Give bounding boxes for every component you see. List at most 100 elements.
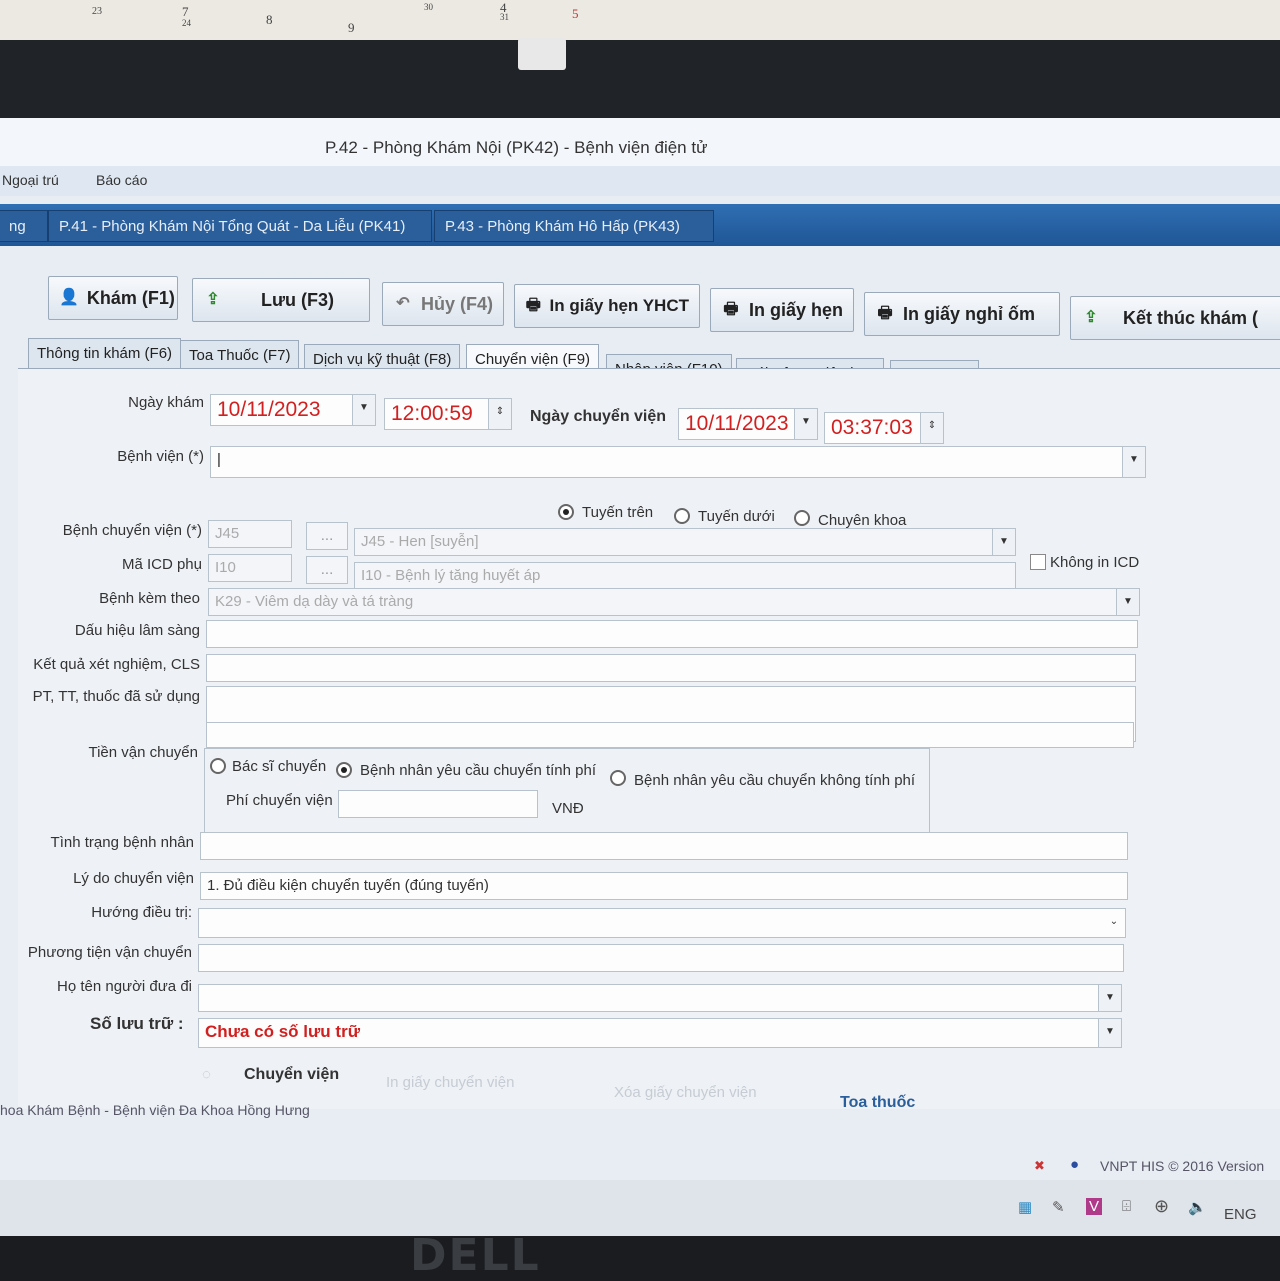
- so-luu-tru-combobox[interactable]: Chưa có số lưu trữ ▼: [198, 1018, 1122, 1048]
- app-screen: P.42 - Phòng Khám Nội (PK42) - Bệnh viện…: [0, 118, 1280, 1180]
- calendar-number: 23: [92, 6, 102, 17]
- tinh-trang-field[interactable]: [200, 832, 1128, 860]
- chevron-down-icon[interactable]: ▼: [992, 529, 1015, 555]
- bn-tinh-phi-radio[interactable]: [336, 762, 352, 778]
- khong-in-icd-label: Không in ICD: [1050, 554, 1140, 571]
- title-bar: P.42 - Phòng Khám Nội (PK42) - Bệnh viện…: [0, 118, 1280, 166]
- spinner-icon[interactable]: ⇕: [488, 399, 511, 429]
- benh-chuyen-vien-code-field[interactable]: J45: [208, 520, 292, 548]
- volume-icon[interactable]: 🔈: [1188, 1198, 1207, 1216]
- chevron-down-icon[interactable]: ▼: [1122, 447, 1145, 477]
- huong-dieu-tri-combobox[interactable]: ⌄: [198, 908, 1126, 938]
- spinner-icon[interactable]: ⇕: [920, 413, 943, 443]
- print-yhct-appointment-button[interactable]: 🖶 In giấy hẹn YHCT: [514, 284, 700, 328]
- benh-vien-label: Bệnh viện (*): [117, 448, 204, 465]
- ngay-chuyen-vien-date-field[interactable]: 10/11/2023 ▼: [678, 408, 818, 440]
- globe-icon[interactable]: ⊕: [1154, 1196, 1169, 1217]
- chevron-down-icon[interactable]: ▼: [1098, 985, 1121, 1011]
- ngay-chuyen-vien-date-value: 10/11/2023: [685, 412, 789, 435]
- ma-icd-phu-lookup-button[interactable]: ...: [306, 556, 348, 584]
- room-tab-pk41[interactable]: P.41 - Phòng Khám Nội Tổng Quát - Da Liễ…: [48, 210, 432, 242]
- ly-do-label: Lý do chuyển viện: [73, 870, 194, 887]
- calendar-number: 24: [182, 18, 191, 28]
- ngay-kham-date-value: 10/11/2023: [217, 398, 321, 421]
- benh-chuyen-vien-label: Bệnh chuyển viện (*): [62, 522, 202, 539]
- ngay-chuyen-vien-time-field[interactable]: 03:37:03 ⇕: [824, 412, 944, 444]
- bn-tinh-phi-label: Bệnh nhân yêu cầu chuyển tính phí: [360, 762, 597, 779]
- monitor-bezel: [0, 40, 1280, 120]
- benh-kem-theo-value: K29 - Viêm dạ dày và tá tràng: [215, 593, 414, 610]
- print-appointment-button[interactable]: 🖶 In giấy hẹn: [710, 288, 854, 332]
- ma-icd-phu-code-field[interactable]: I10: [208, 554, 292, 582]
- ngay-kham-time-field[interactable]: 12:00:59 ⇕: [384, 398, 512, 430]
- tien-van-chuyen-label: Tiền vận chuyển: [88, 744, 198, 761]
- pt-tt-thuoc-label: PT, TT, thuốc đã sử dụng: [32, 688, 200, 705]
- chevron-down-icon[interactable]: ⌄: [1103, 909, 1125, 937]
- room-tab-strip: ng P.41 - Phòng Khám Nội Tổng Quát - Da …: [0, 204, 1280, 246]
- bac-si-chuyen-radio[interactable]: [210, 758, 226, 774]
- status-left: hoa Khám Bệnh - Bệnh viện Đa Khoa Hồng H…: [0, 1102, 310, 1118]
- in-giay-chuyen-vien-button[interactable]: In giấy chuyển viện: [386, 1074, 514, 1091]
- cancel-button[interactable]: ↶ Hủy (F4): [382, 282, 504, 326]
- ma-icd-phu-code: I10: [215, 559, 236, 576]
- phuong-tien-label: Phương tiện vận chuyển: [27, 944, 192, 961]
- ma-icd-phu-name-field[interactable]: I10 - Bệnh lý tăng huyết áp: [354, 562, 1016, 590]
- chuyen-vien-button[interactable]: Chuyển viện: [244, 1066, 339, 1084]
- so-luu-tru-value: Chưa có số lưu trữ: [205, 1022, 361, 1041]
- print-sick-leave-button[interactable]: 🖶 In giấy nghỉ ốm: [864, 292, 1060, 336]
- window-title: P.42 - Phòng Khám Nội (PK42) - Bệnh viện…: [325, 138, 708, 157]
- bn-khong-tinh-phi-radio[interactable]: [610, 770, 626, 786]
- benh-vien-combobox[interactable]: | ▼: [210, 446, 1146, 478]
- chevron-down-icon[interactable]: ▼: [352, 395, 375, 425]
- chuyen-khoa-radio[interactable]: [794, 510, 810, 526]
- cancel-label: Hủy (F4): [421, 293, 493, 314]
- calendar-number: 31: [500, 12, 509, 22]
- tuyen-duoi-radio[interactable]: [674, 508, 690, 524]
- chuyen-khoa-label: Chuyên khoa: [818, 512, 907, 529]
- benh-chuyen-vien-name-field[interactable]: J45 - Hen [suyễn] ▼: [354, 528, 1016, 556]
- khong-in-icd-checkbox[interactable]: [1030, 554, 1046, 570]
- ket-qua-xet-nghiem-field[interactable]: [206, 654, 1136, 682]
- phuong-tien-field[interactable]: [198, 944, 1124, 972]
- room-tab-partial[interactable]: ng: [0, 210, 48, 242]
- viber-icon[interactable]: V: [1086, 1198, 1103, 1215]
- menu-ngoai-tru[interactable]: Ngoại trú: [2, 172, 59, 188]
- ma-icd-phu-label: Mã ICD phụ: [121, 556, 202, 573]
- save-label: Lưu (F3): [261, 289, 335, 310]
- save-icon: ⇪: [206, 291, 220, 308]
- xoa-giay-chuyen-vien-button[interactable]: Xóa giấy chuyển viện: [614, 1084, 757, 1101]
- menu-bao-cao[interactable]: Báo cáo: [96, 172, 147, 188]
- benh-kem-theo-combobox[interactable]: K29 - Viêm dạ dày và tá tràng ▼: [208, 588, 1140, 616]
- tool-icon[interactable]: ✎: [1052, 1198, 1065, 1216]
- print-appointment-label: In giấy hẹn: [748, 299, 843, 320]
- finish-exam-button[interactable]: ⇪ Kết thúc khám (: [1070, 296, 1280, 340]
- dau-hieu-lam-sang-field[interactable]: [206, 620, 1138, 648]
- ly-do-field[interactable]: 1. Đủ điều kiện chuyển tuyến (đúng tuyến…: [200, 872, 1128, 900]
- menu-bar: Ngoại trú Báo cáo: [0, 166, 1280, 196]
- room-tab-pk43[interactable]: P.43 - Phòng Khám Hô Hấp (PK43): [434, 210, 714, 242]
- chevron-down-icon[interactable]: ▼: [794, 409, 817, 439]
- user-icon: 👤: [59, 289, 79, 306]
- pt-tt-thuoc-extra-field[interactable]: [206, 722, 1134, 748]
- device-icon[interactable]: ⌹: [1122, 1198, 1131, 1215]
- ho-ten-nguoi-dua-combobox[interactable]: ▼: [198, 984, 1122, 1012]
- language-indicator[interactable]: ENG: [1224, 1206, 1257, 1223]
- tuyen-tren-label: Tuyến trên: [582, 504, 654, 521]
- app-icon[interactable]: ▦: [1018, 1198, 1032, 1216]
- ngay-chuyen-vien-time-value: 03:37:03: [831, 416, 913, 439]
- chevron-down-icon[interactable]: ▼: [1098, 1019, 1121, 1047]
- kham-button[interactable]: 👤 Khám (F1): [48, 276, 178, 320]
- kham-label: Khám (F1): [86, 287, 175, 308]
- tab-thong-tin-kham[interactable]: Thông tin khám (F6): [28, 338, 182, 370]
- tuyen-tren-radio[interactable]: [558, 504, 574, 520]
- info-icon: ●: [1070, 1156, 1080, 1173]
- ngay-kham-date-field[interactable]: 10/11/2023 ▼: [210, 394, 376, 426]
- calendar-number: 30: [424, 2, 433, 12]
- chevron-down-icon[interactable]: ▼: [1116, 589, 1139, 615]
- tuyen-duoi-label: Tuyến dưới: [698, 508, 775, 525]
- phi-chuyen-vien-field[interactable]: [338, 790, 538, 818]
- ket-qua-xet-nghiem-label: Kết quả xét nghiệm, CLS: [33, 656, 200, 673]
- save-button[interactable]: ⇪ Lưu (F3): [192, 278, 370, 322]
- benh-chuyen-vien-lookup-button[interactable]: ...: [306, 522, 348, 550]
- printer-icon: 🖶: [525, 297, 541, 314]
